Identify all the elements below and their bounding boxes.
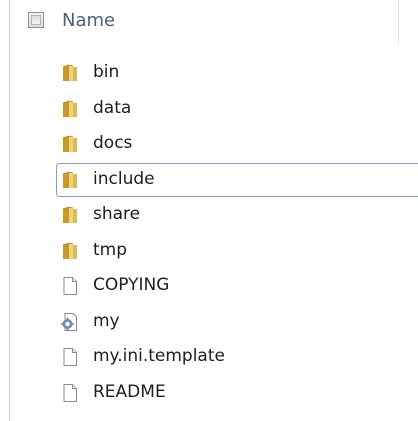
- list-item[interactable]: my.ini.template: [56, 340, 418, 374]
- file-name: docs: [93, 133, 133, 153]
- folder-icon: [60, 205, 80, 225]
- file-name: bin: [93, 62, 120, 82]
- list-item[interactable]: bin: [56, 56, 418, 90]
- list-item[interactable]: my: [56, 305, 418, 339]
- file-name: include: [93, 168, 155, 189]
- list-item[interactable]: tmp: [56, 234, 418, 268]
- document-icon: [60, 347, 80, 367]
- list-item[interactable]: share: [56, 198, 418, 232]
- document-icon: [60, 276, 80, 296]
- list-item[interactable]: COPYING: [56, 269, 418, 303]
- folder-icon: [60, 99, 80, 119]
- file-name: share: [93, 204, 141, 224]
- folder-icon: [60, 63, 80, 83]
- file-name: data: [93, 97, 132, 118]
- folder-icon: [60, 134, 80, 154]
- folder-icon: [60, 170, 80, 190]
- list-item[interactable]: include: [56, 162, 418, 197]
- list-item[interactable]: docs: [56, 127, 418, 161]
- config-file-icon: [60, 312, 80, 332]
- list-item[interactable]: README: [56, 376, 418, 410]
- select-all-checkbox[interactable]: [28, 12, 44, 28]
- file-name: my: [93, 310, 120, 331]
- document-icon: [60, 383, 80, 403]
- file-name: tmp: [93, 239, 128, 260]
- file-name: my.ini.template: [93, 346, 225, 366]
- list-item[interactable]: data: [56, 92, 418, 126]
- name-column-header[interactable]: Name: [62, 10, 115, 31]
- file-name: COPYING: [93, 275, 170, 295]
- folder-icon: [60, 241, 80, 261]
- column-divider[interactable]: [398, 0, 399, 44]
- column-header[interactable]: Name: [10, 0, 418, 44]
- pane-left-border: [9, 0, 10, 421]
- file-name: README: [93, 381, 166, 402]
